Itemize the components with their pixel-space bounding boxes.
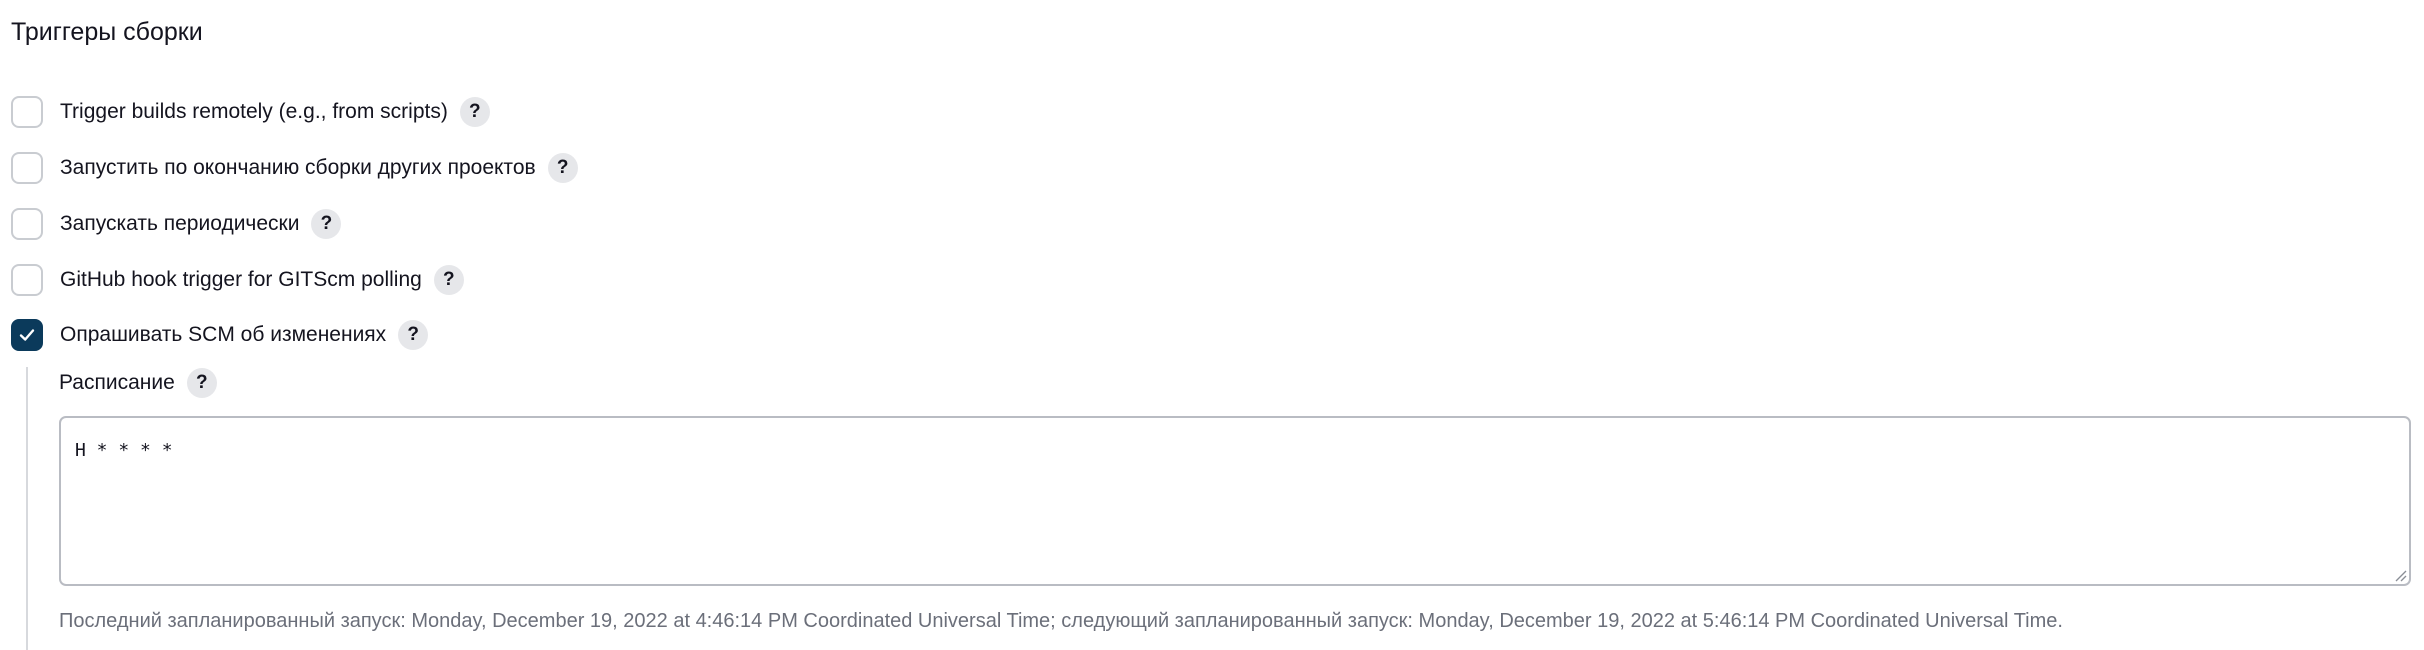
help-icon[interactable]: ? — [459, 97, 490, 127]
option-label[interactable]: Запустить по окончанию сборки других про… — [60, 153, 536, 183]
help-icon[interactable]: ? — [311, 209, 342, 239]
check-icon — [19, 329, 35, 341]
schedule-textarea[interactable] — [59, 416, 2411, 586]
help-icon[interactable]: ? — [433, 265, 464, 295]
help-icon[interactable]: ? — [547, 153, 578, 183]
option-label[interactable]: Опрашивать SCM об изменениях — [60, 320, 386, 350]
option-label[interactable]: GitHub hook trigger for GITScm polling — [60, 265, 422, 295]
option-label[interactable]: Trigger builds remotely (e.g., from scri… — [60, 97, 448, 127]
schedule-label: Расписание — [59, 371, 175, 394]
schedule-field-header: Расписание ? — [59, 365, 217, 401]
checkbox-github-hook[interactable] — [11, 264, 43, 296]
schedule-run-hint: Последний запланированный запуск: Monday… — [59, 610, 2063, 632]
option-after-other-projects: Запустить по окончанию сборки других про… — [11, 150, 578, 186]
checkbox-build-periodically[interactable] — [11, 208, 43, 240]
option-github-hook: GitHub hook trigger for GITScm polling ? — [11, 262, 464, 298]
help-icon[interactable]: ? — [398, 320, 429, 350]
section-title: Триггеры сборки — [11, 18, 203, 46]
checkbox-after-other-projects[interactable] — [11, 152, 43, 184]
nested-section-divider — [26, 367, 28, 650]
option-poll-scm: Опрашивать SCM об изменениях ? — [11, 317, 429, 353]
resize-grip-icon[interactable] — [2393, 568, 2407, 582]
checkbox-trigger-remotely[interactable] — [11, 96, 43, 128]
help-icon[interactable]: ? — [186, 368, 217, 398]
option-trigger-remotely: Trigger builds remotely (e.g., from scri… — [11, 94, 490, 130]
build-triggers-section: Триггеры сборки Trigger builds remotely … — [0, 0, 2424, 650]
option-build-periodically: Запускать периодически ? — [11, 206, 342, 242]
checkbox-poll-scm[interactable] — [11, 319, 43, 351]
option-label[interactable]: Запускать периодически — [60, 209, 299, 239]
